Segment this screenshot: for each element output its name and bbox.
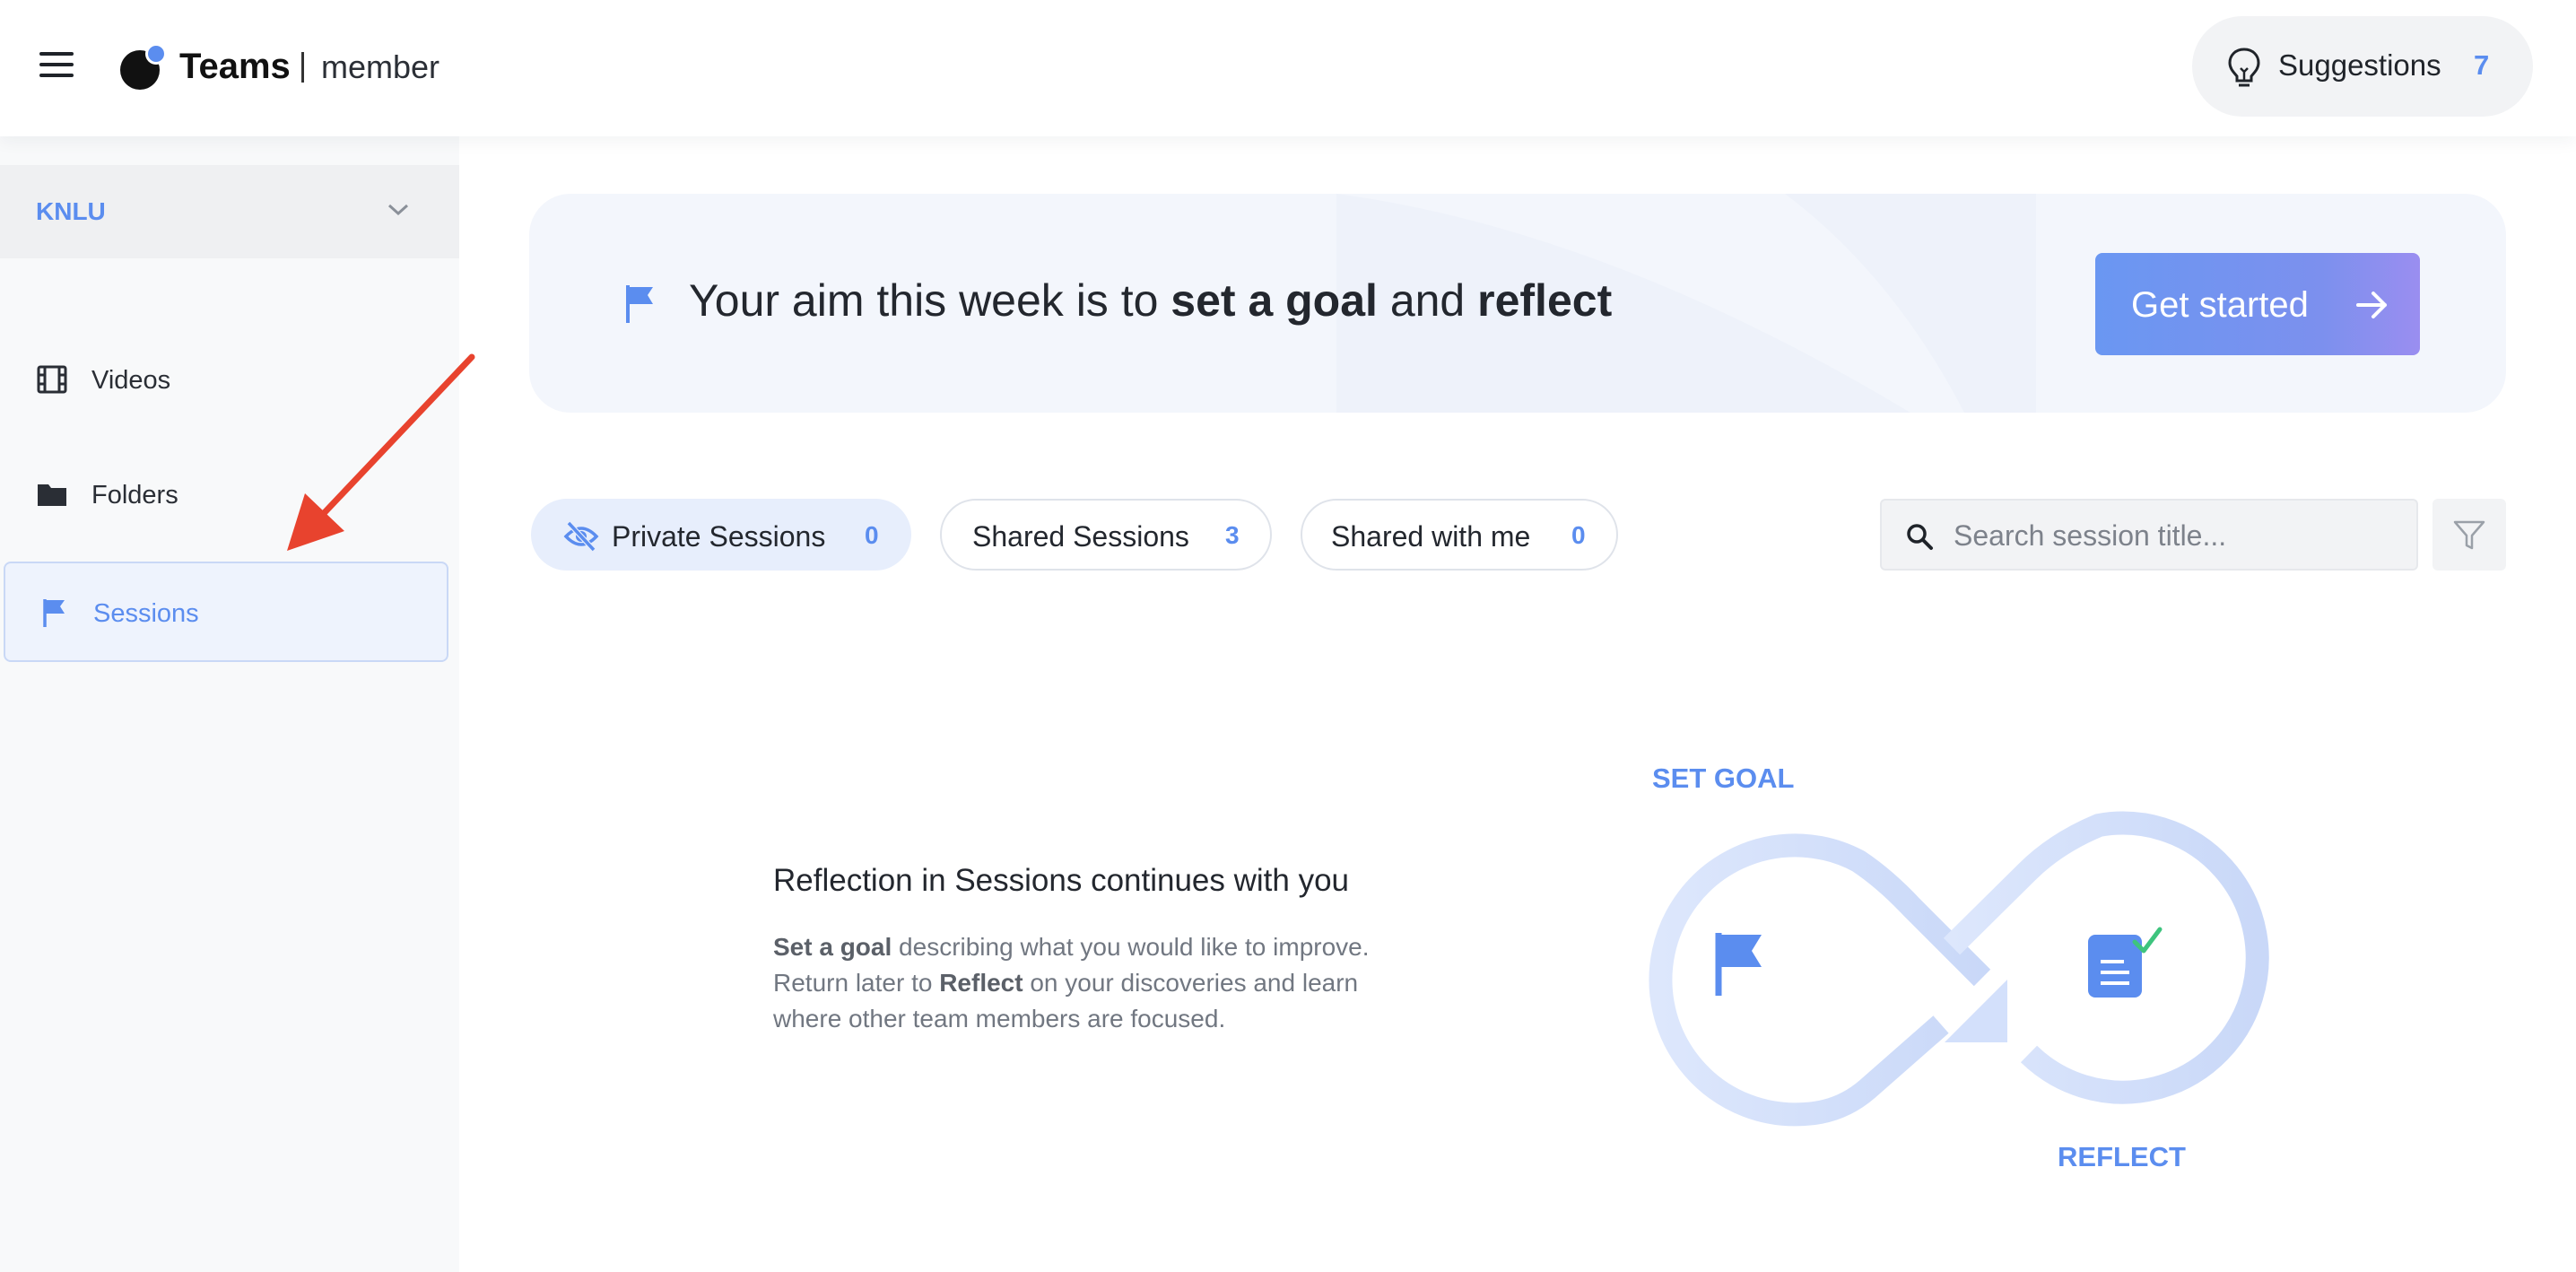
aim-goal: set a goal (1171, 275, 1378, 326)
sidebar-item-label: Folders (91, 481, 178, 510)
annotation-arrow (287, 353, 475, 551)
desc-reflect: Reflect (939, 969, 1023, 997)
brand-divider (301, 52, 304, 83)
aim-and: and (1377, 275, 1478, 326)
top-header: Teams member Suggestions 7 (0, 0, 2576, 136)
flag-icon (626, 285, 653, 323)
folder-icon (38, 484, 66, 506)
get-started-label: Get started (2131, 285, 2309, 325)
sidebar-item-label: Videos (91, 366, 171, 395)
empty-state-title: Reflection in Sessions continues with yo… (773, 863, 1350, 898)
tab-count: 0 (865, 521, 879, 549)
brand-name: Teams (179, 47, 291, 86)
reflect-label: REFLECT (2058, 1141, 2186, 1172)
org-selector[interactable]: KNLU (0, 165, 459, 258)
tab-private-sessions[interactable]: Private Sessions 0 (531, 499, 911, 571)
tab-shared-with-me[interactable]: Shared with me 0 (1301, 499, 1618, 571)
sidebar-item-sessions[interactable]: Sessions (4, 562, 448, 662)
empty-state-description: Set a goal describing what you would lik… (773, 929, 1383, 1037)
lightbulb-icon (2228, 48, 2260, 87)
org-name: KNLU (36, 197, 106, 225)
film-icon (37, 365, 67, 394)
flag-icon (43, 599, 65, 627)
suggestions-button[interactable]: Suggestions 7 (2192, 16, 2533, 117)
user-role: member (321, 48, 440, 85)
weekly-aim-text: Your aim this week is to set a goal and … (689, 274, 1612, 327)
set-goal-label: SET GOAL (1652, 762, 1795, 794)
suggestions-label: Suggestions (2278, 48, 2441, 82)
tab-label: Shared Sessions (972, 520, 1189, 553)
sidebar: KNLU Videos Folders Sessions (0, 136, 459, 1272)
tab-count: 0 (1571, 521, 1586, 549)
aim-prefix: Your aim this week is to (689, 275, 1171, 326)
chevron-down-icon (387, 204, 409, 216)
tab-label: Shared with me (1331, 520, 1531, 553)
tab-label: Private Sessions (612, 520, 826, 553)
weekly-aim-banner: Your aim this week is to set a goal and … (529, 194, 2506, 413)
suggestions-count: 7 (2474, 49, 2490, 81)
filter-icon (2453, 520, 2485, 550)
desc-goal: Set a goal (773, 933, 892, 961)
search-input[interactable] (1954, 513, 2402, 558)
search-box (1880, 499, 2418, 571)
sidebar-item-label: Sessions (93, 599, 199, 628)
search-icon (1907, 524, 1933, 550)
teams-logo (120, 43, 167, 90)
arrow-right-icon (2356, 292, 2387, 318)
aim-reflect: reflect (1477, 275, 1613, 326)
eye-off-icon (563, 520, 599, 553)
get-started-button[interactable]: Get started (2095, 253, 2420, 355)
menu-icon[interactable] (39, 52, 75, 83)
goal-reflect-loop-illustration (1649, 811, 2269, 1127)
tab-count: 3 (1225, 521, 1240, 549)
filter-button[interactable] (2432, 499, 2506, 571)
tab-shared-sessions[interactable]: Shared Sessions 3 (940, 499, 1272, 571)
